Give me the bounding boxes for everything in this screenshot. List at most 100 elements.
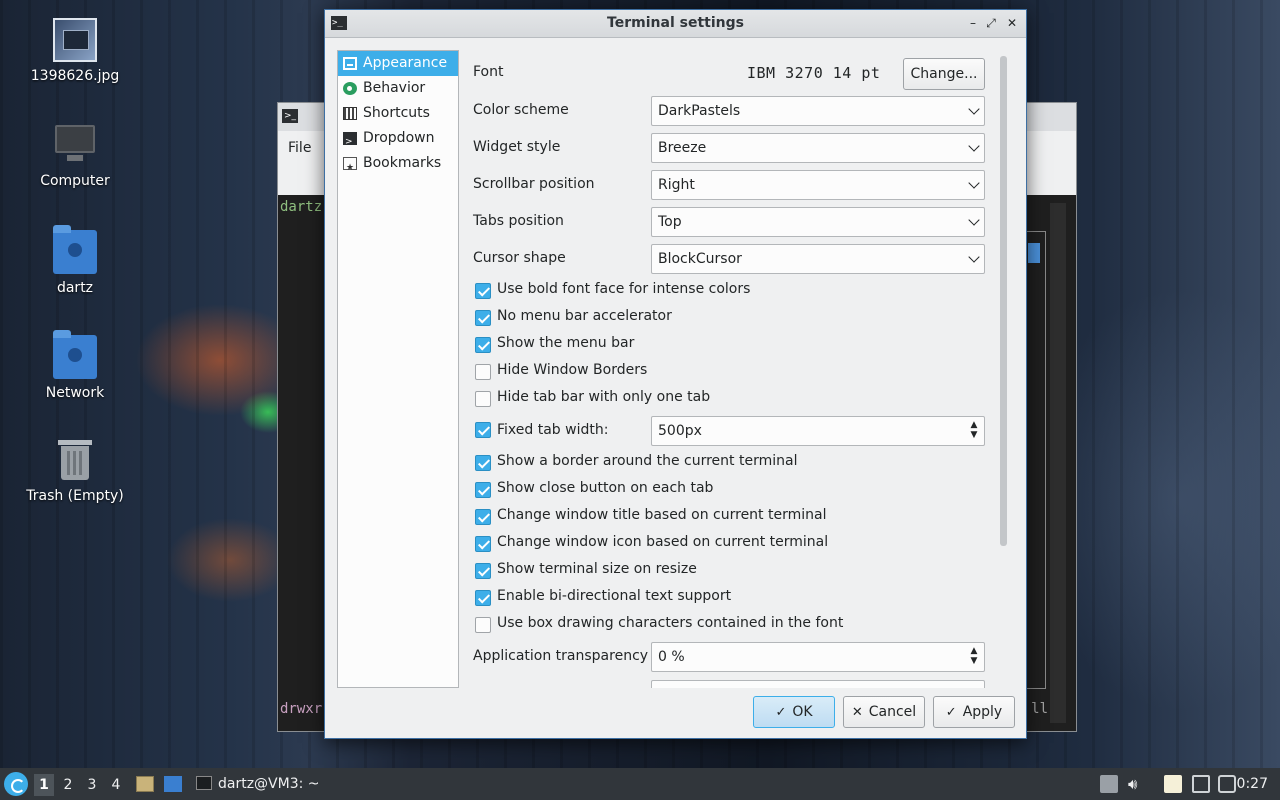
checkbox-checked[interactable] bbox=[475, 509, 491, 525]
chevron-down-icon bbox=[968, 103, 980, 115]
widget-style-select[interactable]: Breeze bbox=[651, 133, 985, 163]
terminal-size-on-resize-checkbox[interactable]: Show terminal size on resize bbox=[473, 559, 985, 583]
sidebar-item-label: Dropdown bbox=[363, 130, 435, 146]
sidebar-item-appearance[interactable]: Appearance bbox=[338, 51, 458, 76]
computer-icon bbox=[53, 123, 97, 167]
workspace-1[interactable]: 1 bbox=[34, 774, 54, 796]
workspace-2[interactable]: 2 bbox=[58, 776, 78, 796]
start-menu-icon[interactable] bbox=[4, 772, 28, 796]
cursor-shape-label: Cursor shape bbox=[473, 250, 566, 266]
terminal-output-text-right: ll bbox=[1031, 701, 1048, 717]
desktop-icon-network[interactable]: Network bbox=[10, 330, 140, 401]
apply-button[interactable]: ✓ Apply bbox=[933, 696, 1015, 728]
clipboard-icon[interactable] bbox=[1164, 775, 1182, 793]
select-value: Breeze bbox=[658, 140, 707, 156]
hide-window-borders-checkbox[interactable]: Hide Window Borders bbox=[473, 360, 985, 384]
desktop-icon-trash[interactable]: Trash (Empty) bbox=[10, 438, 140, 504]
bold-intense-colors-checkbox[interactable]: Use bold font face for intense colors bbox=[473, 279, 985, 303]
dialog-titlebar[interactable]: >_ Terminal settings – ⤢ ✕ bbox=[325, 10, 1026, 38]
font-value: IBM 3270 14 pt bbox=[747, 64, 881, 82]
taskbar-task-terminal[interactable]: dartz@VM3: ~ bbox=[192, 768, 320, 800]
color-scheme-label: Color scheme bbox=[473, 102, 569, 118]
workspace-4[interactable]: 4 bbox=[106, 776, 126, 796]
checkmark-icon: ✓ bbox=[945, 705, 957, 720]
checkbox-unchecked[interactable] bbox=[475, 364, 491, 380]
tabs-position-row: Tabs position Top bbox=[473, 207, 985, 237]
checkbox-checked[interactable] bbox=[475, 563, 491, 579]
chevron-down-icon bbox=[968, 140, 980, 152]
scrollbar-position-select[interactable]: Right bbox=[651, 170, 985, 200]
sidebar-item-behavior[interactable]: Behavior bbox=[338, 76, 458, 101]
bidi-text-support-checkbox[interactable]: Enable bi-directional text support bbox=[473, 586, 985, 610]
spinbox-arrows-icon[interactable]: ▲ ▼ bbox=[969, 646, 979, 666]
select-value: Top bbox=[658, 214, 682, 230]
cursor-shape-select[interactable]: BlockCursor bbox=[651, 244, 985, 274]
updates-icon[interactable] bbox=[1100, 775, 1118, 793]
sidebar-item-bookmarks[interactable]: Bookmarks bbox=[338, 151, 458, 181]
minimize-button[interactable]: – bbox=[964, 14, 982, 32]
checkbox-checked[interactable] bbox=[475, 337, 491, 353]
maximize-button[interactable]: ⤢ bbox=[982, 14, 1000, 32]
show-menu-bar-checkbox[interactable]: Show the menu bar bbox=[473, 333, 985, 357]
clock[interactable]: 0:27 bbox=[1237, 768, 1268, 800]
desktop-icon-home-folder[interactable]: dartz bbox=[10, 225, 140, 296]
checkbox-unchecked[interactable] bbox=[475, 391, 491, 407]
display-icon[interactable] bbox=[1192, 775, 1210, 793]
desktop-icon-label: Network bbox=[45, 385, 105, 401]
fixed-tab-width-checkbox[interactable] bbox=[475, 422, 491, 438]
volume-icon[interactable]: 🔊︎ bbox=[1128, 775, 1146, 793]
checkbox-label: Change window title based on current ter… bbox=[497, 507, 827, 523]
sidebar-item-dropdown[interactable]: Dropdown bbox=[338, 126, 458, 155]
trash-icon bbox=[53, 438, 97, 482]
cancel-x-icon: ✕ bbox=[851, 705, 863, 720]
ok-button[interactable]: ✓ OK bbox=[753, 696, 835, 728]
border-around-terminal-checkbox[interactable]: Show a border around the current termina… bbox=[473, 451, 985, 475]
checkbox-checked[interactable] bbox=[475, 310, 491, 326]
cancel-button[interactable]: ✕ Cancel bbox=[843, 696, 925, 728]
notification-icon[interactable] bbox=[1218, 775, 1236, 793]
chevron-down-icon bbox=[968, 214, 980, 226]
checkbox-checked[interactable] bbox=[475, 283, 491, 299]
settings-scrollbar[interactable] bbox=[1000, 56, 1007, 546]
close-button-each-tab-checkbox[interactable]: Show close button on each tab bbox=[473, 478, 985, 502]
checkbox-label: Use box drawing characters contained in … bbox=[497, 615, 844, 631]
checkbox-unchecked[interactable] bbox=[475, 617, 491, 633]
settings-sidebar: Appearance Behavior Shortcuts Dropdown B… bbox=[337, 50, 459, 688]
checkbox-label: Show terminal size on resize bbox=[497, 561, 697, 577]
next-setting-row-clipped bbox=[473, 680, 985, 688]
checkbox-checked[interactable] bbox=[475, 482, 491, 498]
hide-single-tab-bar-checkbox[interactable]: Hide tab bar with only one tab bbox=[473, 387, 985, 411]
change-font-button[interactable]: Change... bbox=[903, 58, 985, 90]
desktop-icon-image-file[interactable]: 1398626.jpg bbox=[10, 18, 140, 84]
tabs-position-select[interactable]: Top bbox=[651, 207, 985, 237]
next-setting-field[interactable] bbox=[651, 680, 985, 688]
widget-style-label: Widget style bbox=[473, 139, 561, 155]
chevron-down-icon bbox=[968, 251, 980, 263]
checkbox-checked[interactable] bbox=[475, 455, 491, 471]
scrollbar-position-row: Scrollbar position Right bbox=[473, 170, 985, 200]
file-manager-icon[interactable] bbox=[136, 776, 154, 792]
workspace-3[interactable]: 3 bbox=[82, 776, 102, 796]
sidebar-item-shortcuts[interactable]: Shortcuts bbox=[338, 101, 458, 126]
no-menu-accelerator-checkbox[interactable]: No menu bar accelerator bbox=[473, 306, 985, 330]
fixed-tab-width-spinbox[interactable]: 500px ▲ ▼ bbox=[651, 416, 985, 446]
checkbox-label: Show close button on each tab bbox=[497, 480, 714, 496]
change-window-icon-checkbox[interactable]: Change window icon based on current term… bbox=[473, 532, 985, 556]
terminal-icon bbox=[343, 130, 357, 155]
terminal-scrollbar[interactable] bbox=[1050, 203, 1066, 723]
show-desktop-icon[interactable] bbox=[164, 776, 182, 792]
spinbox-arrows-icon[interactable]: ▲ ▼ bbox=[969, 420, 979, 440]
checkbox-checked[interactable] bbox=[475, 536, 491, 552]
network-folder-icon bbox=[53, 330, 97, 379]
terminal-frame bbox=[1026, 231, 1046, 689]
application-transparency-spinbox[interactable]: 0 % ▲ ▼ bbox=[651, 642, 985, 672]
desktop-icon-computer[interactable]: Computer bbox=[10, 123, 140, 189]
color-scheme-select[interactable]: DarkPastels bbox=[651, 96, 985, 126]
menu-file[interactable]: File bbox=[288, 140, 311, 156]
checkbox-checked[interactable] bbox=[475, 590, 491, 606]
application-transparency-label: Application transparency bbox=[473, 648, 649, 664]
select-value: Right bbox=[658, 177, 695, 193]
change-window-title-checkbox[interactable]: Change window title based on current ter… bbox=[473, 505, 985, 529]
box-drawing-characters-checkbox[interactable]: Use box drawing characters contained in … bbox=[473, 613, 985, 637]
close-button[interactable]: ✕ bbox=[1003, 14, 1021, 32]
